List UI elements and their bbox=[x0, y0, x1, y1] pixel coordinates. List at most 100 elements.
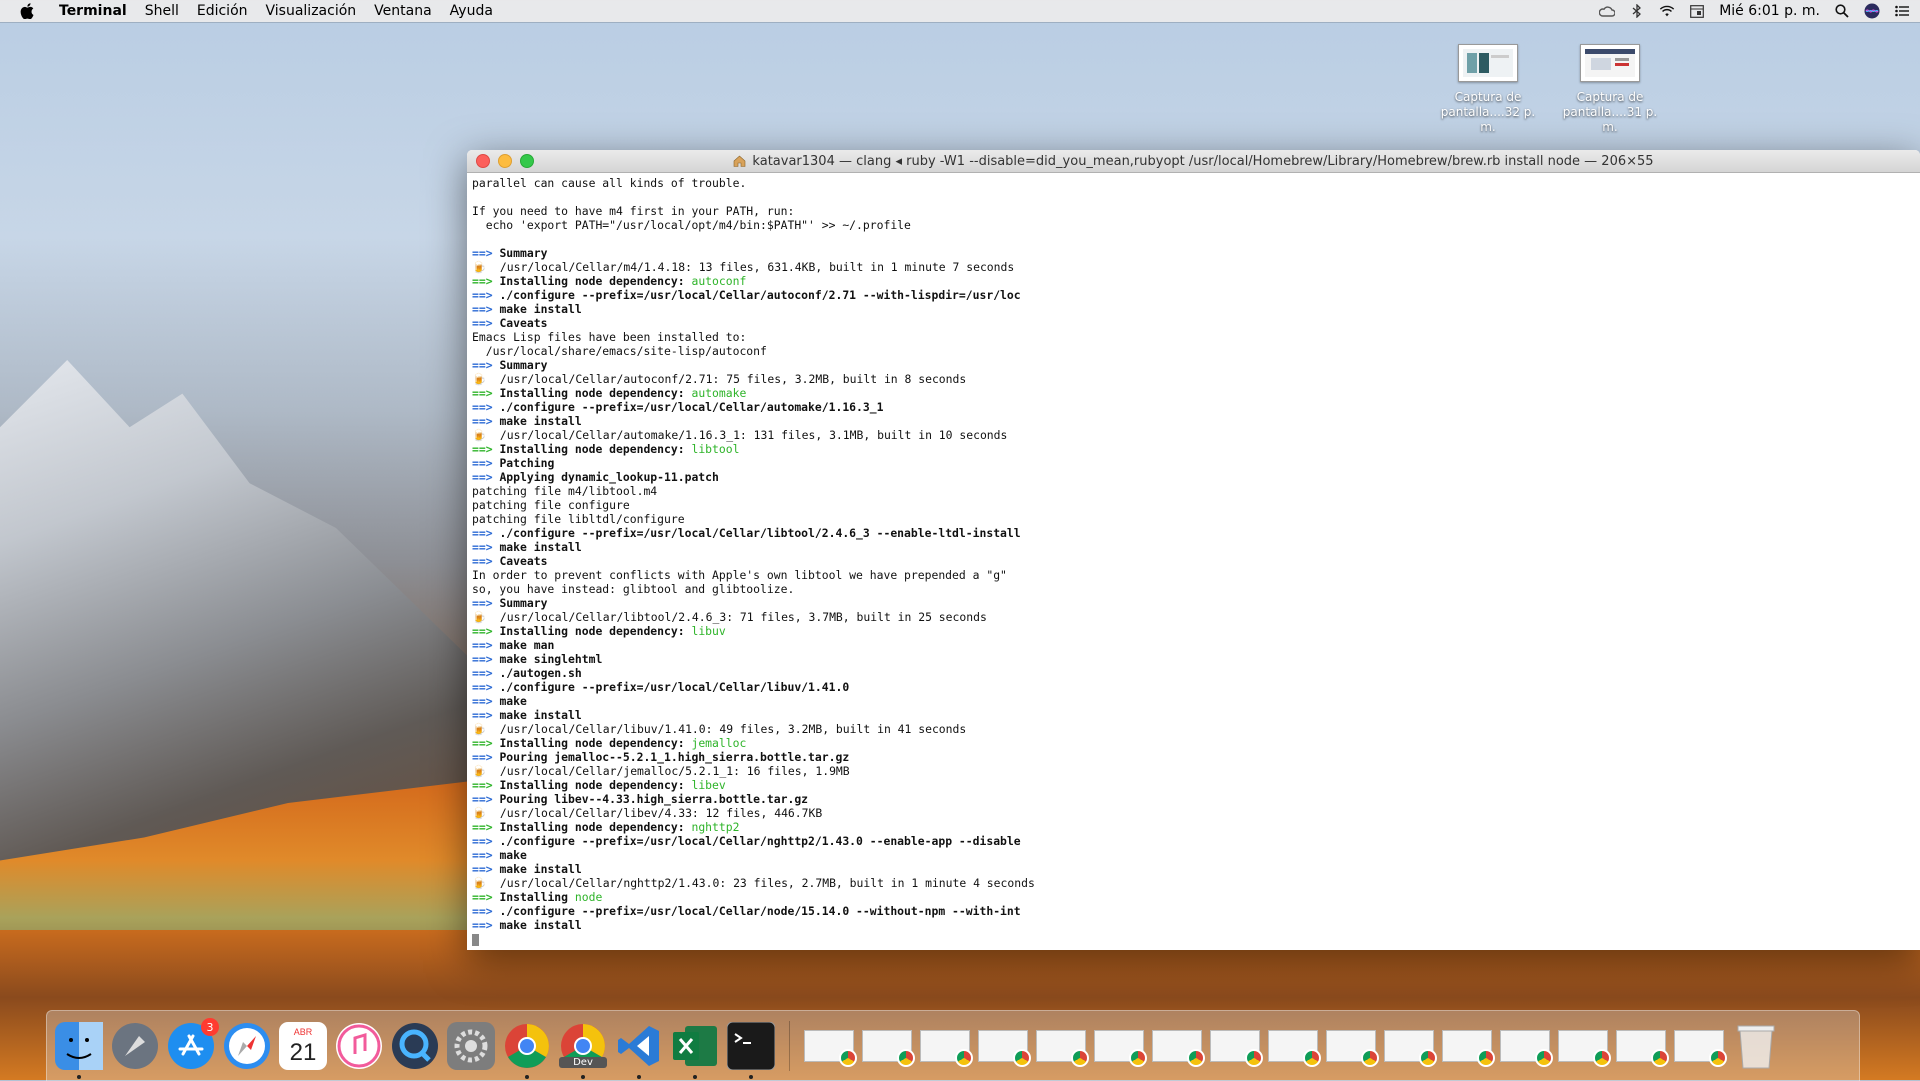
step-text: make install bbox=[499, 862, 582, 876]
arrow-prefix: ==> bbox=[472, 918, 493, 932]
terminal-icon[interactable] bbox=[727, 1022, 775, 1079]
desktop-screenshot-2[interactable]: Captura de pantalla....31 p. m. bbox=[1555, 44, 1665, 135]
menu-edicion[interactable]: Edición bbox=[188, 0, 257, 22]
package-name: autoconf bbox=[691, 274, 747, 288]
arrow-prefix: ==> bbox=[472, 750, 493, 764]
minimized-window[interactable] bbox=[1558, 1030, 1611, 1067]
minimized-window[interactable] bbox=[920, 1030, 973, 1067]
arrow-prefix: ==> bbox=[472, 274, 493, 288]
spotlight-icon[interactable] bbox=[1834, 3, 1850, 19]
terminal-line: ==> ./configure --prefix=/usr/local/Cell… bbox=[472, 288, 1915, 302]
wifi-icon[interactable] bbox=[1659, 3, 1675, 19]
creative-cloud-icon[interactable] bbox=[1599, 3, 1616, 19]
step-text: Applying dynamic_lookup-11.patch bbox=[499, 470, 719, 484]
siri-icon[interactable] bbox=[1864, 3, 1880, 19]
minimized-window[interactable] bbox=[1326, 1030, 1379, 1067]
launchpad-icon[interactable] bbox=[111, 1022, 159, 1070]
terminal-line: patching file m4/libtool.m4 bbox=[472, 484, 658, 498]
minimized-window[interactable] bbox=[1152, 1030, 1205, 1067]
beer-icon: 🍺 bbox=[472, 764, 487, 778]
step-text: ./configure --prefix=/usr/local/Cellar/n… bbox=[499, 904, 1021, 918]
minimized-window[interactable] bbox=[1384, 1030, 1437, 1067]
terminal-line: ==> Summary bbox=[472, 596, 1915, 610]
notification-center-icon[interactable] bbox=[1894, 3, 1910, 19]
minimized-window[interactable] bbox=[862, 1030, 915, 1067]
trash-icon[interactable] bbox=[1732, 1022, 1780, 1070]
calendar-icon[interactable]: ABR 21 bbox=[279, 1022, 327, 1070]
step-text: Summary bbox=[499, 596, 548, 610]
step-text: Installing bbox=[499, 890, 575, 904]
minimized-window[interactable] bbox=[1674, 1030, 1727, 1067]
step-text: Summary bbox=[499, 246, 548, 260]
chrome-icon bbox=[1709, 1049, 1727, 1067]
desktop-icon-label: pantalla....32 p. m. bbox=[1440, 105, 1536, 134]
beer-icon: 🍺 bbox=[472, 610, 487, 624]
bluetooth-icon[interactable] bbox=[1629, 3, 1645, 19]
vscode-icon[interactable] bbox=[615, 1022, 663, 1079]
calendar-icon[interactable] bbox=[1689, 3, 1705, 19]
terminal-line: ==> Caveats bbox=[472, 554, 1915, 568]
step-text: ./configure --prefix=/usr/local/Cellar/l… bbox=[499, 526, 1021, 540]
window-titlebar[interactable]: katavar1304 — clang ◂ ruby -W1 --disable… bbox=[467, 150, 1920, 173]
arrow-prefix: ==> bbox=[472, 596, 493, 610]
step-text: Caveats bbox=[499, 554, 548, 568]
clock[interactable]: Mié 6:01 p. m. bbox=[1719, 3, 1820, 19]
text-cursor bbox=[472, 933, 479, 946]
terminal-line: ==> make install bbox=[472, 918, 1915, 932]
terminal-window[interactable]: katavar1304 — clang ◂ ruby -W1 --disable… bbox=[467, 150, 1920, 950]
terminal-line: so, you have instead: glibtool and glibt… bbox=[472, 582, 795, 596]
chrome-icon[interactable] bbox=[503, 1022, 551, 1079]
minimized-window[interactable] bbox=[978, 1030, 1031, 1067]
step-text: make bbox=[499, 694, 527, 708]
terminal-line: If you need to have m4 first in your PAT… bbox=[472, 204, 795, 218]
menu-ventana[interactable]: Ventana bbox=[365, 0, 441, 22]
arrow-prefix: ==> bbox=[472, 904, 493, 918]
terminal-line: ==> make bbox=[472, 848, 1915, 862]
step-text: Installing node dependency: bbox=[499, 442, 692, 456]
safari-icon[interactable] bbox=[223, 1022, 271, 1070]
chrome-dev-icon[interactable]: Dev bbox=[559, 1022, 607, 1079]
menu-visualizacion[interactable]: Visualización bbox=[257, 0, 366, 22]
terminal-line: ==> make man bbox=[472, 638, 1915, 652]
finder-icon[interactable] bbox=[55, 1022, 103, 1079]
minimized-window[interactable] bbox=[804, 1030, 857, 1067]
apple-icon[interactable] bbox=[20, 3, 38, 19]
arrow-prefix: ==> bbox=[472, 778, 493, 792]
minimized-window[interactable] bbox=[1210, 1030, 1263, 1067]
app-store-icon[interactable]: 3 bbox=[167, 1018, 219, 1070]
system-preferences-icon[interactable] bbox=[447, 1022, 495, 1070]
step-text: make singlehtml bbox=[499, 652, 603, 666]
dock: 3 ABR 21 Dev bbox=[46, 1010, 1860, 1081]
chrome-icon bbox=[1535, 1049, 1553, 1067]
chrome-icon bbox=[1303, 1049, 1321, 1067]
minimized-window[interactable] bbox=[1268, 1030, 1321, 1067]
quicktime-icon[interactable] bbox=[391, 1022, 439, 1070]
menu-bar: Terminal Shell Edición Visualización Ven… bbox=[0, 0, 1920, 22]
arrow-prefix: ==> bbox=[472, 862, 493, 876]
arrow-prefix: ==> bbox=[472, 526, 493, 540]
package-name: libuv bbox=[691, 624, 726, 638]
terminal-line: 🍺 /usr/local/Cellar/libuv/1.41.0: 49 fil… bbox=[472, 722, 1915, 736]
minimized-window[interactable] bbox=[1616, 1030, 1669, 1067]
terminal-line: patching file libltdl/configure bbox=[472, 512, 685, 526]
terminal-output[interactable]: parallel can cause all kinds of trouble.… bbox=[467, 173, 1920, 949]
chrome-icon bbox=[839, 1049, 857, 1067]
chrome-icon bbox=[1013, 1049, 1031, 1067]
chrome-icon bbox=[1071, 1049, 1089, 1067]
desktop-screenshot-1[interactable]: Captura de pantalla....32 p. m. bbox=[1433, 44, 1543, 135]
beer-icon: 🍺 bbox=[472, 428, 487, 442]
terminal-line: ==> make install bbox=[472, 414, 1915, 428]
minimized-window[interactable] bbox=[1094, 1030, 1147, 1067]
chrome-icon bbox=[1245, 1049, 1263, 1067]
minimized-window[interactable] bbox=[1442, 1030, 1495, 1067]
excel-icon[interactable] bbox=[671, 1022, 719, 1079]
menu-app-terminal[interactable]: Terminal bbox=[50, 0, 136, 22]
arrow-prefix: ==> bbox=[472, 638, 493, 652]
menu-shell[interactable]: Shell bbox=[136, 0, 188, 22]
terminal-line: 🍺 /usr/local/Cellar/autoconf/2.71: 75 fi… bbox=[472, 372, 1915, 386]
minimized-window[interactable] bbox=[1036, 1030, 1089, 1067]
minimized-window[interactable] bbox=[1500, 1030, 1553, 1067]
menu-ayuda[interactable]: Ayuda bbox=[441, 0, 502, 22]
itunes-icon[interactable] bbox=[335, 1022, 383, 1070]
running-indicator bbox=[693, 1075, 697, 1079]
